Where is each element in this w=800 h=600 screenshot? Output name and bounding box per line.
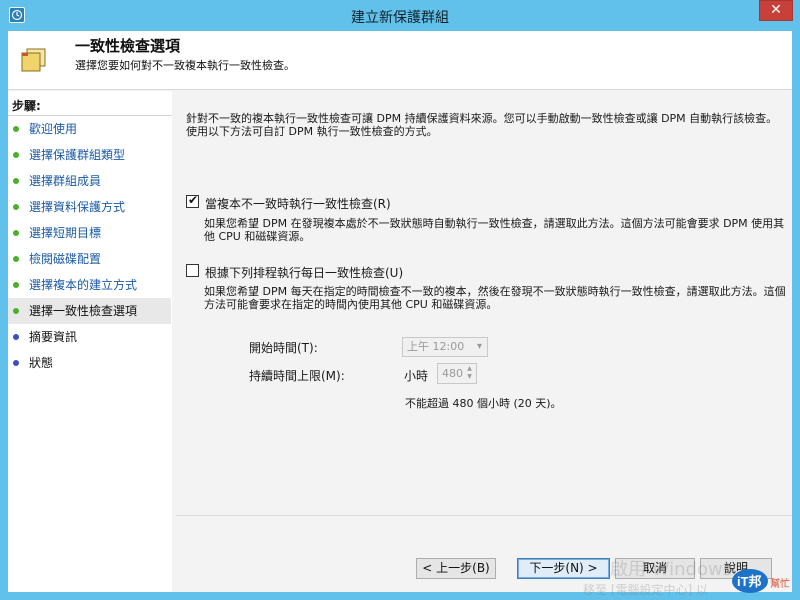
duration-label: 持續時間上限(M): bbox=[249, 369, 345, 383]
duration-value: 480 bbox=[442, 367, 463, 380]
step-bullet-icon bbox=[13, 334, 19, 340]
close-button[interactable]: ✕ bbox=[759, 0, 793, 21]
step-item[interactable]: 選擇保護群組類型 bbox=[8, 142, 171, 168]
step-label: 選擇短期目標 bbox=[29, 226, 102, 240]
step-label: 選擇一致性檢查選項 bbox=[29, 304, 138, 318]
next-button[interactable]: 下一步(N) > bbox=[517, 558, 610, 579]
folder-icon bbox=[19, 48, 49, 77]
intro-text: 針對不一致的複本執行一致性檢查可讓 DPM 持續保護資料來源。您可以手動啟動一致… bbox=[186, 112, 778, 138]
duration-unit: 小時 bbox=[404, 369, 429, 383]
page-subtitle: 選擇您要如何對不一致複本執行一致性檢查。 bbox=[75, 59, 295, 72]
auto-check-description: 如果您希望 DPM 在發現複本處於不一致狀態時自動執行一致性檢查，請選取此方法。… bbox=[204, 217, 785, 243]
auto-check-label[interactable]: 當複本不一致時執行一致性檢查(R) bbox=[205, 195, 391, 212]
duration-spinner[interactable]: 480 ▲ ▼ bbox=[437, 363, 477, 384]
step-bullet-icon bbox=[13, 152, 19, 158]
title-bar: 建立新保護群組 ✕ bbox=[0, 0, 800, 31]
step-label: 歡迎使用 bbox=[29, 122, 78, 136]
step-item[interactable]: 檢閱磁碟配置 bbox=[8, 246, 171, 272]
brand-text: iT邦 bbox=[737, 574, 762, 589]
spin-down-icon[interactable]: ▼ bbox=[464, 373, 475, 381]
duration-note: 不能超過 480 個小時 (20 天)。 bbox=[405, 397, 562, 410]
steps-sidebar: 步驟: 歡迎使用選擇保護群組類型 選擇群組成員選擇資料保護方式 選擇短期目標 檢閱磁碟… bbox=[8, 91, 172, 592]
footer-divider bbox=[176, 515, 792, 516]
step-item: 狀態 bbox=[8, 350, 171, 376]
scheduled-check-label[interactable]: 根據下列排程執行每日一致性檢查(U) bbox=[205, 264, 403, 281]
wizard-header: 一致性檢查選項 選擇您要如何對不一致複本執行一致性檢查。 bbox=[8, 31, 792, 90]
scheduled-check-checkbox[interactable] bbox=[186, 264, 199, 277]
ithome-logo: iT邦 幫忙 bbox=[730, 566, 796, 596]
activation-watermark: 啟用 Windows bbox=[610, 559, 733, 580]
option-auto-check: ✔ 當複本不一致時執行一致性檢查(R) 如果您希望 DPM 在發現複本處於不一致… bbox=[186, 193, 786, 255]
steps-heading: 步驟: bbox=[12, 99, 41, 113]
start-time-value: 上午 12:00 bbox=[407, 340, 465, 353]
step-label: 摘要資訊 bbox=[29, 330, 78, 344]
step-bullet-icon bbox=[13, 178, 19, 184]
step-item: 選擇一致性檢查選項 bbox=[8, 298, 171, 324]
step-item[interactable]: 選擇群組成員 bbox=[8, 168, 171, 194]
spinner-arrows[interactable]: ▲ ▼ bbox=[464, 365, 475, 382]
step-bullet-icon bbox=[13, 256, 19, 262]
step-label: 選擇資料保護方式 bbox=[29, 200, 126, 214]
start-time-combo[interactable]: 上午 12:00 ▾ bbox=[402, 337, 488, 357]
main-panel: 針對不一致的複本執行一致性檢查可讓 DPM 持續保護資料來源。您可以手動啟動一致… bbox=[176, 91, 792, 592]
wizard-window: 建立新保護群組 ✕ 一致性檢查選項 選擇您要如何對不一致複本執行一致性檢查。 步… bbox=[0, 0, 800, 600]
step-bullet-icon bbox=[13, 360, 19, 366]
step-bullet-icon bbox=[13, 204, 19, 210]
brand-subtext: 幫忙 bbox=[770, 577, 790, 590]
activation-watermark-sub: 移至 [電腦設定中心] 以 bbox=[583, 583, 708, 597]
window-title: 建立新保護群組 bbox=[351, 10, 449, 26]
step-bullet-icon bbox=[13, 230, 19, 236]
step-bullet-icon bbox=[13, 126, 19, 132]
check-mark-icon: ✔ bbox=[188, 193, 199, 207]
chevron-down-icon: ▾ bbox=[476, 341, 482, 352]
step-item[interactable]: 選擇複本的建立方式 bbox=[8, 272, 171, 298]
option-scheduled-check: 根據下列排程執行每日一致性檢查(U) 如果您希望 DPM 每天在指定的時間檢查不… bbox=[186, 264, 786, 324]
auto-check-checkbox[interactable]: ✔ bbox=[186, 193, 199, 208]
step-label: 狀態 bbox=[29, 356, 54, 370]
page-title: 一致性檢查選項 bbox=[75, 37, 181, 55]
wizard-client-area: 一致性檢查選項 選擇您要如何對不一致複本執行一致性檢查。 步驟: 歡迎使用選擇保… bbox=[8, 31, 792, 592]
step-label: 檢閱磁碟配置 bbox=[29, 252, 102, 266]
back-button[interactable]: < 上一步(B) bbox=[416, 558, 496, 579]
step-item[interactable]: 選擇資料保護方式 bbox=[8, 194, 171, 220]
scheduled-check-description: 如果您希望 DPM 每天在指定的時間檢查不一致的複本，然後在發現不一致狀態時執行… bbox=[204, 285, 786, 311]
step-label: 選擇保護群組類型 bbox=[29, 148, 126, 162]
start-time-label: 開始時間(T): bbox=[249, 341, 318, 355]
spin-up-icon[interactable]: ▲ bbox=[464, 365, 475, 373]
step-item: 摘要資訊 bbox=[8, 324, 171, 350]
step-label: 選擇群組成員 bbox=[29, 174, 102, 188]
step-item[interactable]: 歡迎使用 bbox=[8, 116, 171, 142]
step-label: 選擇複本的建立方式 bbox=[29, 278, 138, 292]
step-item[interactable]: 選擇短期目標 bbox=[8, 220, 171, 246]
step-bullet-icon bbox=[13, 282, 19, 288]
step-bullet-icon bbox=[13, 308, 19, 314]
